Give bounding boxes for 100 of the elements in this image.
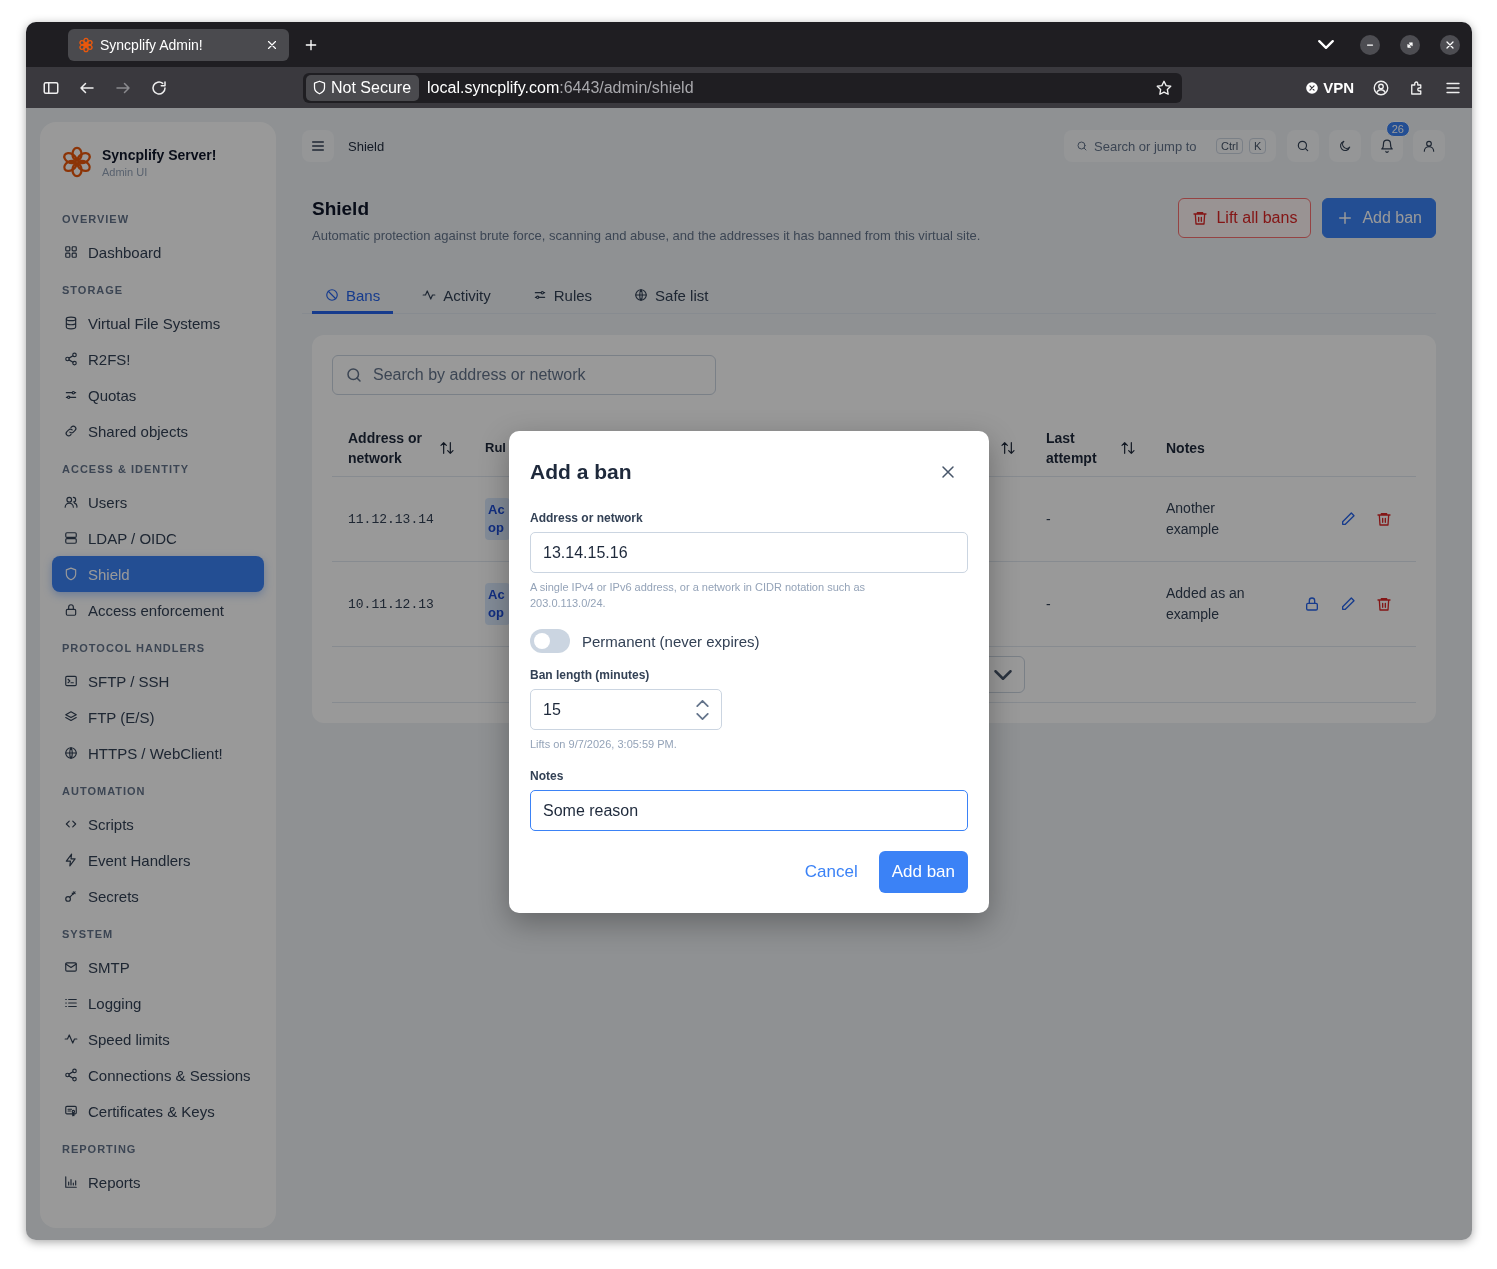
sidebar-item[interactable]: Users: [52, 484, 264, 520]
rule-tag: Ac op: [485, 583, 510, 625]
terminal-icon: [64, 674, 78, 688]
shield-icon: [312, 80, 327, 95]
field-label: Address or network: [530, 511, 644, 525]
sidebar-item[interactable]: SFTP / SSH: [52, 663, 264, 699]
input-field[interactable]: 13.14.15.16: [530, 532, 968, 573]
sidebar-item[interactable]: Virtual File Systems: [52, 305, 264, 341]
pencil-icon: [1340, 596, 1356, 612]
rule-tag: Ac op: [485, 498, 510, 540]
column-header: Notes: [1166, 438, 1206, 458]
section-label: REPORTING: [61, 1142, 138, 1157]
page-title: Shield: [312, 198, 370, 220]
trash-icon: [1376, 596, 1392, 612]
lock-icon: [64, 603, 78, 617]
add-ban-button[interactable]: Add ban: [1322, 198, 1436, 238]
close-button[interactable]: [1440, 34, 1460, 55]
delete-button[interactable]: [1376, 511, 1392, 527]
lift-bans-button[interactable]: Lift all bans: [1178, 198, 1312, 238]
globe-icon: [64, 746, 78, 760]
shield-icon: [64, 567, 78, 581]
input-field[interactable]: Some reason: [530, 790, 968, 831]
toggle-label: Permanent (never expires): [582, 632, 760, 650]
keyboard-key: K: [1249, 138, 1267, 154]
sidebar-item[interactable]: Access enforcement: [52, 592, 264, 628]
sidebar-item[interactable]: Secrets: [52, 878, 264, 914]
menu-icon: [310, 138, 326, 154]
bell-icon: [1380, 139, 1394, 153]
table-cell-text: -: [1046, 509, 1052, 529]
toggle-switch[interactable]: [530, 629, 570, 653]
tab[interactable]: Activity: [409, 279, 504, 314]
sidebar-item[interactable]: Shield: [52, 556, 264, 592]
lock-button[interactable]: [1304, 596, 1320, 612]
lock-icon: [1304, 596, 1320, 612]
chevron-down-icon: [696, 712, 709, 720]
notification-count: 26: [1385, 121, 1410, 137]
sidebar-item[interactable]: Shared objects: [52, 413, 264, 449]
sidebar-item[interactable]: Logging: [52, 985, 264, 1021]
sidebar-item[interactable]: LDAP / OIDC: [52, 520, 264, 556]
minimize-button[interactable]: [1360, 34, 1380, 55]
dialog-title: Add a ban: [530, 460, 632, 484]
table-cell-text: Another example: [1166, 499, 1220, 539]
sidebar-item[interactable]: HTTPS / WebClient!: [52, 735, 264, 771]
sidebar-item[interactable]: R2FS!: [52, 341, 264, 377]
bookmark-star-icon[interactable]: [1155, 78, 1173, 97]
search-field[interactable]: Search by address or network: [332, 355, 716, 395]
menu-button[interactable]: [302, 130, 334, 162]
field-label: Ban length (minutes): [530, 668, 651, 682]
number-field[interactable]: 15: [530, 689, 722, 730]
cancel-button[interactable]: Cancel: [804, 862, 858, 882]
sidebar-item[interactable]: Certificates & Keys: [52, 1093, 264, 1129]
table-cell-text: Added as an example: [1166, 584, 1246, 624]
add-ban-button[interactable]: Add ban: [878, 851, 968, 893]
security-label: Not Secure: [331, 78, 412, 97]
edit-button[interactable]: [1340, 596, 1356, 612]
sidebar-item[interactable]: Scripts: [52, 806, 264, 842]
vpn-button[interactable]: VPN: [1305, 79, 1354, 96]
tab[interactable]: Safe list: [621, 279, 722, 314]
sidebar-item[interactable]: Speed limits: [52, 1021, 264, 1057]
help-text: Lifts on 9/7/2026, 3:05:59 PM.: [530, 737, 678, 752]
sidebar-item[interactable]: Connections & Sessions: [52, 1057, 264, 1093]
tab[interactable]: Rules: [519, 279, 606, 314]
search-button[interactable]: [1287, 130, 1319, 162]
table-cell-text: 10.11.12.13: [347, 595, 435, 614]
restore-button[interactable]: [1400, 34, 1420, 55]
page-subtitle: Automatic protection against brute force, scanning and abuse, and the addresses it has banned from this virtual site.: [312, 228, 981, 243]
share-icon: [64, 352, 78, 366]
section-label: PROTOCOL HANDLERS: [61, 641, 207, 656]
search-field[interactable]: Search or jump to Ctrl K: [1064, 130, 1276, 162]
delete-button[interactable]: [1376, 596, 1392, 612]
server-icon: [64, 531, 78, 545]
address-bar[interactable]: Not Secure local.syncplify.com:6443/admin/shield: [303, 72, 1182, 103]
account-icon[interactable]: [1372, 78, 1390, 97]
reload-icon[interactable]: [150, 78, 168, 97]
security-indicator[interactable]: Not Secure: [306, 74, 420, 101]
sidebar-item[interactable]: SMTP: [52, 949, 264, 985]
layers-icon: [64, 710, 78, 724]
sidebar-item[interactable]: Reports: [52, 1164, 264, 1200]
keyboard-key: Ctrl: [1216, 138, 1244, 154]
tab-title: Syncplify Admin!: [100, 36, 204, 53]
trash-icon: [1376, 511, 1392, 527]
sidebar-item[interactable]: Event Handlers: [52, 842, 264, 878]
mail-icon: [64, 960, 78, 974]
sidebar-item[interactable]: FTP (E/S): [52, 699, 264, 735]
chevron-down-icon: [994, 669, 1012, 680]
browser-tab[interactable]: Syncplify Admin!: [68, 28, 289, 61]
tab[interactable]: Bans: [312, 279, 394, 314]
sidebar-item[interactable]: Quotas: [52, 377, 264, 413]
pencil-icon: [1340, 511, 1356, 527]
chart-icon: [64, 1175, 78, 1189]
edit-button[interactable]: [1340, 511, 1356, 527]
search-icon: [1296, 139, 1310, 153]
column-header: Address or network: [348, 428, 423, 468]
search-icon: [345, 366, 363, 384]
user-button[interactable]: [1413, 130, 1445, 162]
theme-button[interactable]: [1329, 130, 1361, 162]
chevron-down-icon[interactable]: [1318, 40, 1334, 49]
help-text: A single IPv4 or IPv6 address, or a network in CIDR notation such as 203.0.113.0/24.: [530, 580, 867, 611]
sidebar-item[interactable]: Dashboard: [52, 234, 264, 270]
user-icon: [1422, 139, 1436, 153]
